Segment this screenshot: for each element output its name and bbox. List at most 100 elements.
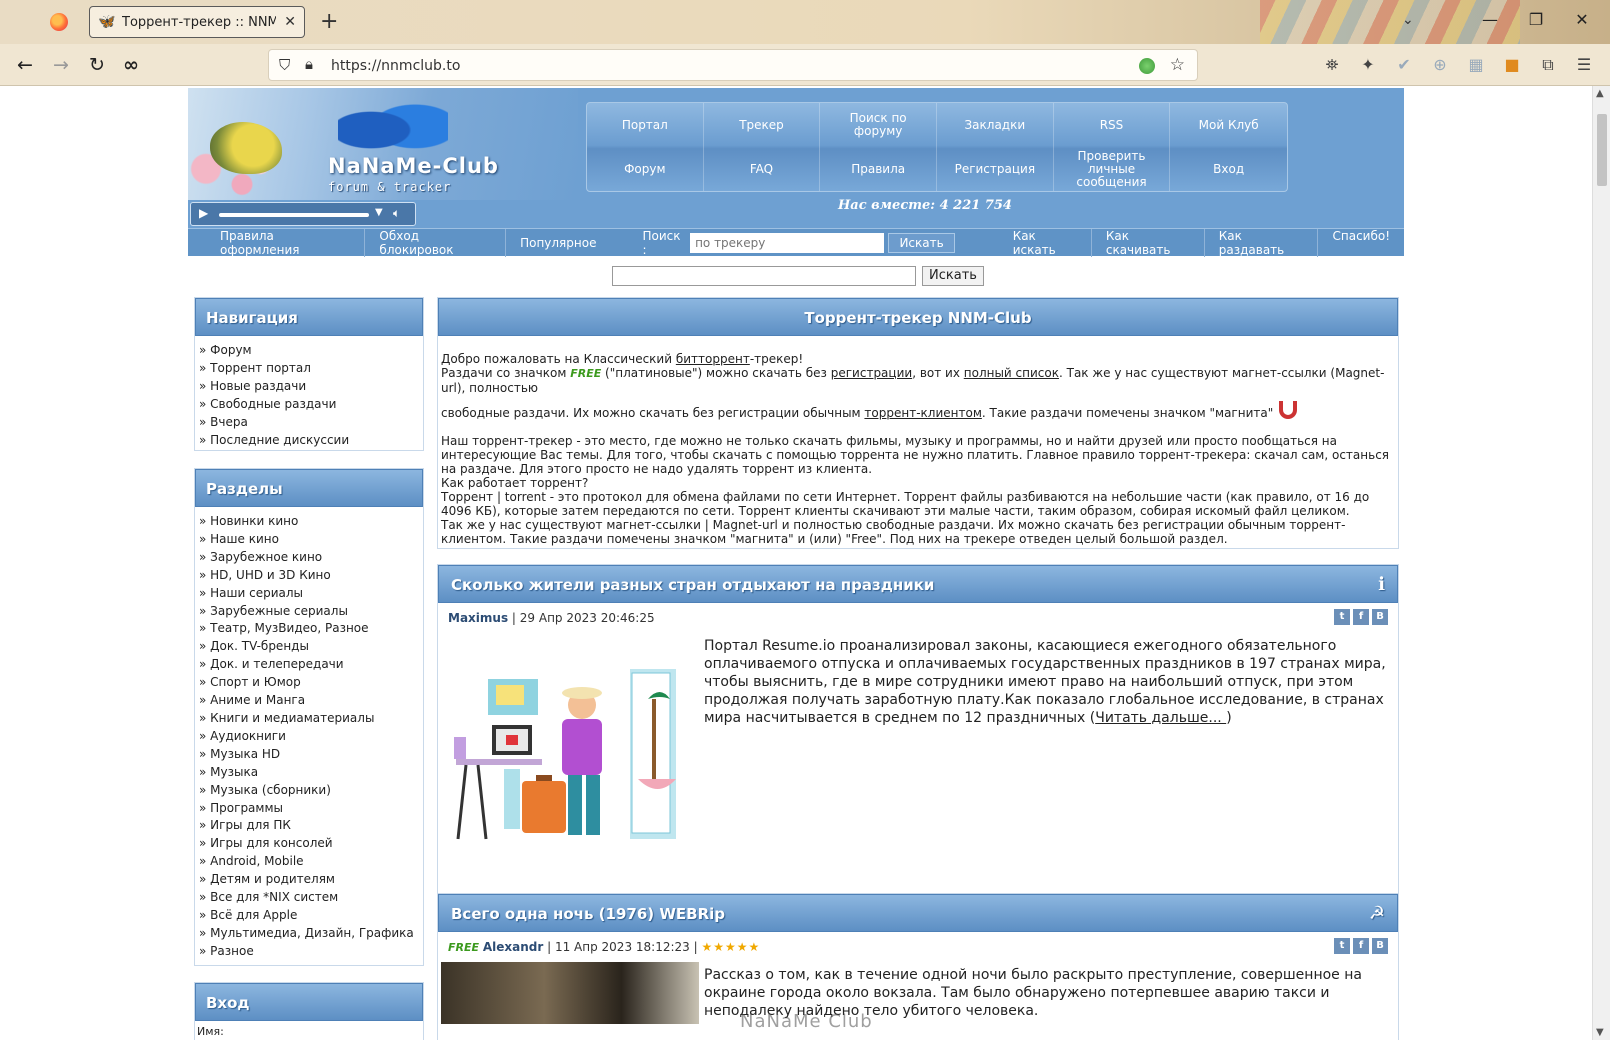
address-bar[interactable]: ⛉ 🔒︎ https://nnmclub.to ☆ <box>268 49 1198 81</box>
tracker-search-button[interactable]: Искать <box>888 232 955 253</box>
extension-grid-icon[interactable]: ▦ <box>1466 55 1486 74</box>
sidebar-section-item[interactable]: Наши сериалы <box>199 585 419 603</box>
extensions-puzzle-icon[interactable]: ⧉ <box>1538 55 1558 75</box>
site-search-button[interactable]: Искать <box>922 266 984 286</box>
sidebar-section-item[interactable]: HD, UHD и 3D Кино <box>199 567 419 585</box>
subnav-unblock[interactable]: Обход блокировок <box>365 228 507 257</box>
news-author[interactable]: Maximus <box>448 611 508 625</box>
play-icon[interactable]: ▶ <box>199 206 208 220</box>
new-tab-button[interactable]: + <box>320 10 338 34</box>
menu-my-club[interactable]: Мой Клуб <box>1170 103 1287 147</box>
sidebar-section-item[interactable]: Детям и родителям <box>199 871 419 889</box>
sidebar-section-item[interactable]: Музыка <box>199 764 419 782</box>
torrent-client-link[interactable]: торрент-клиентом <box>864 406 981 420</box>
extension-plus-icon[interactable]: ⊕ <box>1430 55 1450 74</box>
menu-rules[interactable]: Правила <box>820 147 937 191</box>
bittorrent-link[interactable]: битторрент <box>676 352 750 366</box>
scroll-down-icon[interactable]: ▼ <box>1596 1027 1604 1038</box>
menu-forum-search[interactable]: Поиск по форуму <box>820 103 937 147</box>
sidebar-section-item[interactable]: Всё для Apple <box>199 907 419 925</box>
menu-bookmarks[interactable]: Закладки <box>937 103 1054 147</box>
subnav-popular[interactable]: Популярное <box>506 236 610 250</box>
url-text[interactable]: https://nnmclub.to <box>331 58 460 74</box>
facebook-share-icon[interactable]: f <box>1353 938 1369 954</box>
forward-arrow-icon[interactable]: → <box>48 52 74 78</box>
sidebar-section-item[interactable]: Новинки кино <box>199 513 419 531</box>
scrollbar-thumb[interactable] <box>1597 114 1607 186</box>
lock-icon[interactable]: 🔒︎ <box>305 55 313 73</box>
subnav-how-download[interactable]: Как скачивать <box>1092 228 1205 257</box>
sidebar-section-item[interactable]: Док. TV-бренды <box>199 638 419 656</box>
sidebar-section-item[interactable]: Спорт и Юмор <box>199 674 419 692</box>
extension-badge-icon[interactable]: ■ <box>1502 55 1522 74</box>
menu-forum[interactable]: Форум <box>587 147 704 191</box>
news-title[interactable]: Всего одна ночь (1976) WEBRip <box>451 895 725 931</box>
close-window-icon[interactable]: ✕ <box>1572 10 1592 29</box>
extension-pin-icon[interactable]: ✦ <box>1358 55 1378 74</box>
sidebar-section-item[interactable]: Музыка HD <box>199 746 419 764</box>
sidebar-nav-item[interactable]: Форум <box>199 342 419 360</box>
menu-messages[interactable]: Проверить личные сообщения <box>1054 147 1171 191</box>
sidebar-nav-item[interactable]: Свободные раздачи <box>199 396 419 414</box>
tracker-search-input[interactable] <box>690 232 885 253</box>
minimize-icon[interactable]: — <box>1480 10 1500 29</box>
news-title[interactable]: Сколько жители разных стран отдыхают на … <box>451 566 934 602</box>
registration-link[interactable]: регистрации <box>831 366 912 380</box>
private-mask-icon[interactable]: ∞ <box>118 52 144 78</box>
vpn-status-icon[interactable] <box>1139 58 1155 74</box>
subnav-how-search[interactable]: Как искать <box>999 228 1092 257</box>
menu-register[interactable]: Регистрация <box>937 147 1054 191</box>
vk-share-icon[interactable]: B <box>1372 938 1388 954</box>
player-dropdown-icon[interactable]: ▼ <box>375 207 383 218</box>
sidebar-section-item[interactable]: Зарубежные сериалы <box>199 603 419 621</box>
site-logo[interactable]: NaNaMe-Club forum & tracker <box>188 88 578 200</box>
sidebar-section-item[interactable]: Аудиокниги <box>199 728 419 746</box>
list-all-tabs-chevron-down-icon[interactable]: ⌄ <box>1402 12 1414 28</box>
sidebar-section-item[interactable]: Наше кино <box>199 531 419 549</box>
tracking-shield-icon[interactable]: ⛉ <box>279 56 290 74</box>
sidebar-section-item[interactable]: Игры для консолей <box>199 835 419 853</box>
player-progress-bar[interactable] <box>219 213 369 217</box>
news-author[interactable]: Alexandr <box>483 940 543 954</box>
reload-icon[interactable]: ↻ <box>84 52 110 78</box>
restore-icon[interactable]: ❐ <box>1526 10 1546 29</box>
facebook-share-icon[interactable]: f <box>1353 609 1369 625</box>
sidebar-section-item[interactable]: Зарубежное кино <box>199 549 419 567</box>
sidebar-nav-item[interactable]: Вчера <box>199 414 419 432</box>
tab-close-icon[interactable]: ✕ <box>284 14 296 30</box>
sidebar-section-item[interactable]: Все для *NIX систем <box>199 889 419 907</box>
sidebar-section-item[interactable]: Книги и медиаматериалы <box>199 710 419 728</box>
pocket-icon[interactable]: ⛯ <box>1322 55 1342 75</box>
sidebar-nav-item[interactable]: Последние дискуссии <box>199 432 419 450</box>
twitter-share-icon[interactable]: t <box>1334 609 1350 625</box>
menu-login[interactable]: Вход <box>1170 147 1287 191</box>
bookmark-star-icon[interactable]: ☆ <box>1170 55 1185 75</box>
volume-icon[interactable]: 🔈︎ <box>393 206 400 221</box>
sidebar-section-item[interactable]: Аниме и Манга <box>199 692 419 710</box>
subnav-how-seed[interactable]: Как раздавать <box>1205 228 1319 257</box>
sidebar-section-item[interactable]: Музыка (сборники) <box>199 782 419 800</box>
sidebar-section-item[interactable]: Android, Mobile <box>199 853 419 871</box>
subnav-thanks[interactable]: Спасибо! <box>1318 229 1404 257</box>
page-scrollbar[interactable]: ▲ ▼ <box>1592 86 1610 1040</box>
sidebar-nav-item[interactable]: Новые раздачи <box>199 378 419 396</box>
sidebar-nav-item[interactable]: Торрент портал <box>199 360 419 378</box>
subnav-design-rules[interactable]: Правила оформления <box>206 228 366 257</box>
full-list-link[interactable]: полный список <box>964 366 1059 380</box>
browser-tab-active[interactable]: 🦋 Торрент-трекер :: NNM-Club ✕ <box>89 6 305 38</box>
sidebar-section-item[interactable]: Мультимедиа, Дизайн, Графика <box>199 925 419 943</box>
menu-portal[interactable]: Портал <box>587 103 704 147</box>
sidebar-section-item[interactable]: Театр, МузВидео, Разное <box>199 620 419 638</box>
sidebar-section-item[interactable]: Игры для ПК <box>199 817 419 835</box>
sidebar-section-item[interactable]: Разное <box>199 943 419 961</box>
extension-check-icon[interactable]: ✔ <box>1394 55 1414 74</box>
vk-share-icon[interactable]: B <box>1372 609 1388 625</box>
menu-rss[interactable]: RSS <box>1054 103 1171 147</box>
site-search-input[interactable] <box>612 266 916 286</box>
menu-tracker[interactable]: Трекер <box>704 103 821 147</box>
twitter-share-icon[interactable]: t <box>1334 938 1350 954</box>
menu-faq[interactable]: FAQ <box>704 147 821 191</box>
back-arrow-icon[interactable]: ← <box>12 52 38 78</box>
sidebar-section-item[interactable]: Док. и телепередачи <box>199 656 419 674</box>
read-more-link[interactable]: Читать дальше... <box>1095 710 1226 726</box>
